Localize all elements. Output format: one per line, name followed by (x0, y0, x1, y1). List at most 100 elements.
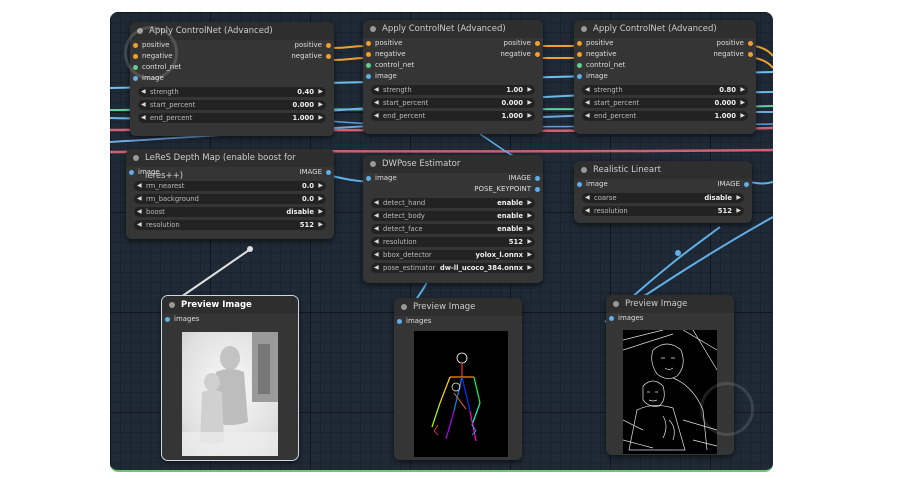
preview-image-node-1[interactable]: Preview Image images (161, 295, 299, 461)
decrement-arrow-icon[interactable]: ◀ (374, 250, 379, 260)
widget-strength[interactable]: ◀ strength 0.80 ▶ (582, 85, 748, 95)
decrement-arrow-icon[interactable]: ◀ (141, 87, 146, 97)
decrement-arrow-icon[interactable]: ◀ (374, 111, 379, 121)
node-title[interactable]: DWPose Estimator (363, 155, 543, 173)
widget-start-percent[interactable]: ◀ start_percent 0.000 ▶ (371, 98, 535, 108)
widget-end-percent[interactable]: ◀ end_percent 1.000 ▶ (371, 111, 535, 121)
widget-bbox-detector[interactable]: ◀ bbox_detector yolox_l.onnx ▶ (371, 250, 535, 260)
increment-arrow-icon[interactable]: ▶ (318, 87, 323, 97)
decrement-arrow-icon[interactable]: ◀ (137, 220, 142, 230)
increment-arrow-icon[interactable]: ▶ (527, 85, 532, 95)
widget-end-percent[interactable]: ◀ end_percent 1.000 ▶ (138, 113, 326, 123)
decrement-arrow-icon[interactable]: ◀ (374, 98, 379, 108)
output-socket-positive[interactable] (748, 41, 753, 46)
input-socket-positive[interactable] (366, 41, 371, 46)
increment-arrow-icon[interactable]: ▶ (318, 220, 323, 230)
widget-detect-face[interactable]: ◀ detect_face enable ▶ (371, 224, 535, 234)
decrement-arrow-icon[interactable]: ◀ (585, 98, 590, 108)
increment-arrow-icon[interactable]: ▶ (736, 206, 741, 216)
output-socket-negative[interactable] (326, 54, 331, 59)
leres-depth-map-node[interactable]: LeReS Depth Map (enable boost for leres+… (126, 149, 334, 239)
increment-arrow-icon[interactable]: ▶ (527, 224, 532, 234)
collapse-dot-icon[interactable] (613, 301, 619, 307)
collapse-dot-icon[interactable] (581, 26, 587, 32)
node-graph-canvas[interactable]: Apply ControlNet (Advanced) positive posi… (110, 12, 773, 472)
decrement-arrow-icon[interactable]: ◀ (137, 194, 142, 204)
decrement-arrow-icon[interactable]: ◀ (374, 198, 379, 208)
increment-arrow-icon[interactable]: ▶ (527, 237, 532, 247)
output-socket-positive[interactable] (535, 41, 540, 46)
node-title[interactable]: Apply ControlNet (Advanced) (574, 20, 756, 38)
decrement-arrow-icon[interactable]: ◀ (374, 237, 379, 247)
input-socket-image[interactable] (129, 170, 134, 175)
decrement-arrow-icon[interactable]: ◀ (137, 207, 142, 217)
input-socket-images[interactable] (397, 319, 402, 324)
node-title[interactable]: Apply ControlNet (Advanced) (363, 20, 543, 38)
input-socket-negative[interactable] (366, 52, 371, 57)
decrement-arrow-icon[interactable]: ◀ (374, 85, 379, 95)
dwpose-estimator-node[interactable]: DWPose Estimator image IMAGE POSE_KEYPOINT… (363, 155, 543, 283)
increment-arrow-icon[interactable]: ▶ (527, 198, 532, 208)
collapse-dot-icon[interactable] (581, 167, 587, 173)
output-socket-image[interactable] (326, 170, 331, 175)
widget-strength[interactable]: ◀ strength 0.40 ▶ (138, 87, 326, 97)
collapse-dot-icon[interactable] (370, 161, 376, 167)
increment-arrow-icon[interactable]: ▶ (318, 113, 323, 123)
collapse-dot-icon[interactable] (169, 302, 175, 308)
widget-resolution[interactable]: ◀ resolution 512 ▶ (582, 206, 744, 216)
decrement-arrow-icon[interactable]: ◀ (141, 113, 146, 123)
decrement-arrow-icon[interactable]: ◀ (585, 193, 590, 203)
increment-arrow-icon[interactable]: ▶ (736, 193, 741, 203)
collapse-dot-icon[interactable] (133, 155, 139, 161)
increment-arrow-icon[interactable]: ▶ (527, 111, 532, 121)
widget-resolution[interactable]: ◀ resolution 512 ▶ (371, 237, 535, 247)
widget-strength[interactable]: ◀ strength 1.00 ▶ (371, 85, 535, 95)
increment-arrow-icon[interactable]: ▶ (318, 100, 323, 110)
node-title[interactable]: Preview Image (162, 296, 298, 314)
input-socket-negative[interactable] (577, 52, 582, 57)
apply-controlnet-node-3[interactable]: Apply ControlNet (Advanced) positive posi… (574, 20, 756, 134)
increment-arrow-icon[interactable]: ▶ (740, 111, 745, 121)
decrement-arrow-icon[interactable]: ◀ (374, 211, 379, 221)
widget-resolution[interactable]: ◀ resolution 512 ▶ (134, 220, 326, 230)
input-socket-images[interactable] (609, 316, 614, 321)
decrement-arrow-icon[interactable]: ◀ (141, 100, 146, 110)
node-title[interactable]: Preview Image (394, 298, 522, 316)
output-socket-positive[interactable] (326, 43, 331, 48)
collapse-dot-icon[interactable] (370, 26, 376, 32)
widget-rm-nearest[interactable]: ◀ rm_nearest 0.0 ▶ (134, 181, 326, 191)
input-socket-image[interactable] (366, 74, 371, 79)
realistic-lineart-node[interactable]: Realistic Lineart image IMAGE ◀ coarse disab… (574, 161, 752, 223)
output-socket-negative[interactable] (535, 52, 540, 57)
widget-boost[interactable]: ◀ boost disable ▶ (134, 207, 326, 217)
node-title[interactable]: LeReS Depth Map (enable boost for leres+… (126, 149, 334, 181)
increment-arrow-icon[interactable]: ▶ (527, 98, 532, 108)
widget-coarse[interactable]: ◀ coarse disable ▶ (582, 193, 744, 203)
widget-start-percent[interactable]: ◀ start_percent 0.000 ▶ (582, 98, 748, 108)
decrement-arrow-icon[interactable]: ◀ (585, 111, 590, 121)
widget-pose-estimator[interactable]: ◀ pose_estimator dw-ll_ucoco_384.onnx ▶ (371, 263, 535, 273)
decrement-arrow-icon[interactable]: ◀ (137, 181, 142, 191)
increment-arrow-icon[interactable]: ▶ (318, 194, 323, 204)
widget-end-percent[interactable]: ◀ end_percent 1.000 ▶ (582, 111, 748, 121)
output-socket-image[interactable] (744, 182, 749, 187)
increment-arrow-icon[interactable]: ▶ (527, 211, 532, 221)
output-socket-image[interactable] (535, 176, 540, 181)
input-socket-images[interactable] (165, 317, 170, 322)
input-socket-image[interactable] (577, 74, 582, 79)
increment-arrow-icon[interactable]: ▶ (740, 85, 745, 95)
node-title[interactable]: Realistic Lineart (574, 161, 752, 179)
collapse-dot-icon[interactable] (401, 304, 407, 310)
widget-start-percent[interactable]: ◀ start_percent 0.000 ▶ (138, 100, 326, 110)
apply-controlnet-node-2[interactable]: Apply ControlNet (Advanced) positive posi… (363, 20, 543, 134)
node-title[interactable]: Preview Image (606, 295, 734, 313)
input-socket-positive[interactable] (577, 41, 582, 46)
increment-arrow-icon[interactable]: ▶ (740, 98, 745, 108)
increment-arrow-icon[interactable]: ▶ (318, 181, 323, 191)
output-socket-pose-keypoint[interactable] (535, 187, 540, 192)
increment-arrow-icon[interactable]: ▶ (318, 207, 323, 217)
input-socket-control-net[interactable] (366, 63, 371, 68)
increment-arrow-icon[interactable]: ▶ (527, 263, 532, 273)
input-socket-image[interactable] (577, 182, 582, 187)
decrement-arrow-icon[interactable]: ◀ (374, 263, 379, 273)
